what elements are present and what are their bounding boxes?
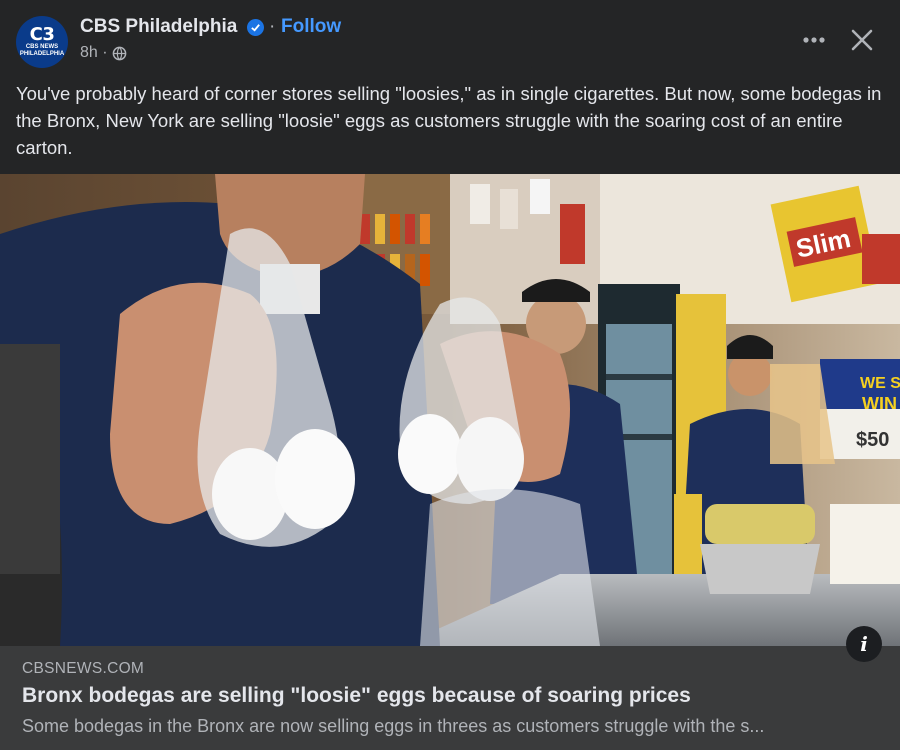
- post-text: You've probably heard of corner stores s…: [16, 83, 882, 158]
- follow-button[interactable]: Follow: [281, 16, 341, 38]
- sign-we: WE S: [860, 375, 900, 392]
- more-dots-icon: [803, 37, 825, 43]
- more-options-button[interactable]: [796, 22, 832, 58]
- page-name-link[interactable]: CBS Philadelphia: [80, 16, 237, 38]
- info-icon: i: [860, 632, 868, 656]
- separator: ·: [269, 16, 276, 37]
- info-button[interactable]: i: [846, 626, 882, 662]
- close-icon: [851, 29, 873, 51]
- post-header: C3 CBS NEWS PHILADELPHIA CBS Philadelphi…: [0, 0, 900, 74]
- sign-price: $50: [856, 429, 889, 451]
- timestamp[interactable]: 8h ·: [80, 44, 108, 62]
- avatar-subtitle: CBS NEWS PHILADELPHIA: [19, 44, 65, 57]
- avatar[interactable]: C3 CBS NEWS PHILADELPHIA: [16, 16, 68, 68]
- link-title[interactable]: Bronx bodegas are selling "loosie" eggs …: [22, 684, 691, 708]
- link-description: Some bodegas in the Bronx are now sellin…: [22, 716, 765, 736]
- link-domain: CBSNEWS.COM: [22, 660, 145, 677]
- link-preview-card[interactable]: CBSNEWS.COM Bronx bodegas are selling "l…: [0, 646, 900, 750]
- avatar-logo: C3: [29, 24, 55, 45]
- verified-badge-icon: [247, 19, 264, 36]
- close-button[interactable]: [842, 20, 882, 60]
- globe-icon: [112, 46, 126, 60]
- post-image[interactable]: Slim WE S WIN $50: [0, 174, 900, 646]
- bodega-photo: Slim WE S WIN $50: [0, 174, 900, 646]
- post-meta: 8h ·: [80, 44, 127, 62]
